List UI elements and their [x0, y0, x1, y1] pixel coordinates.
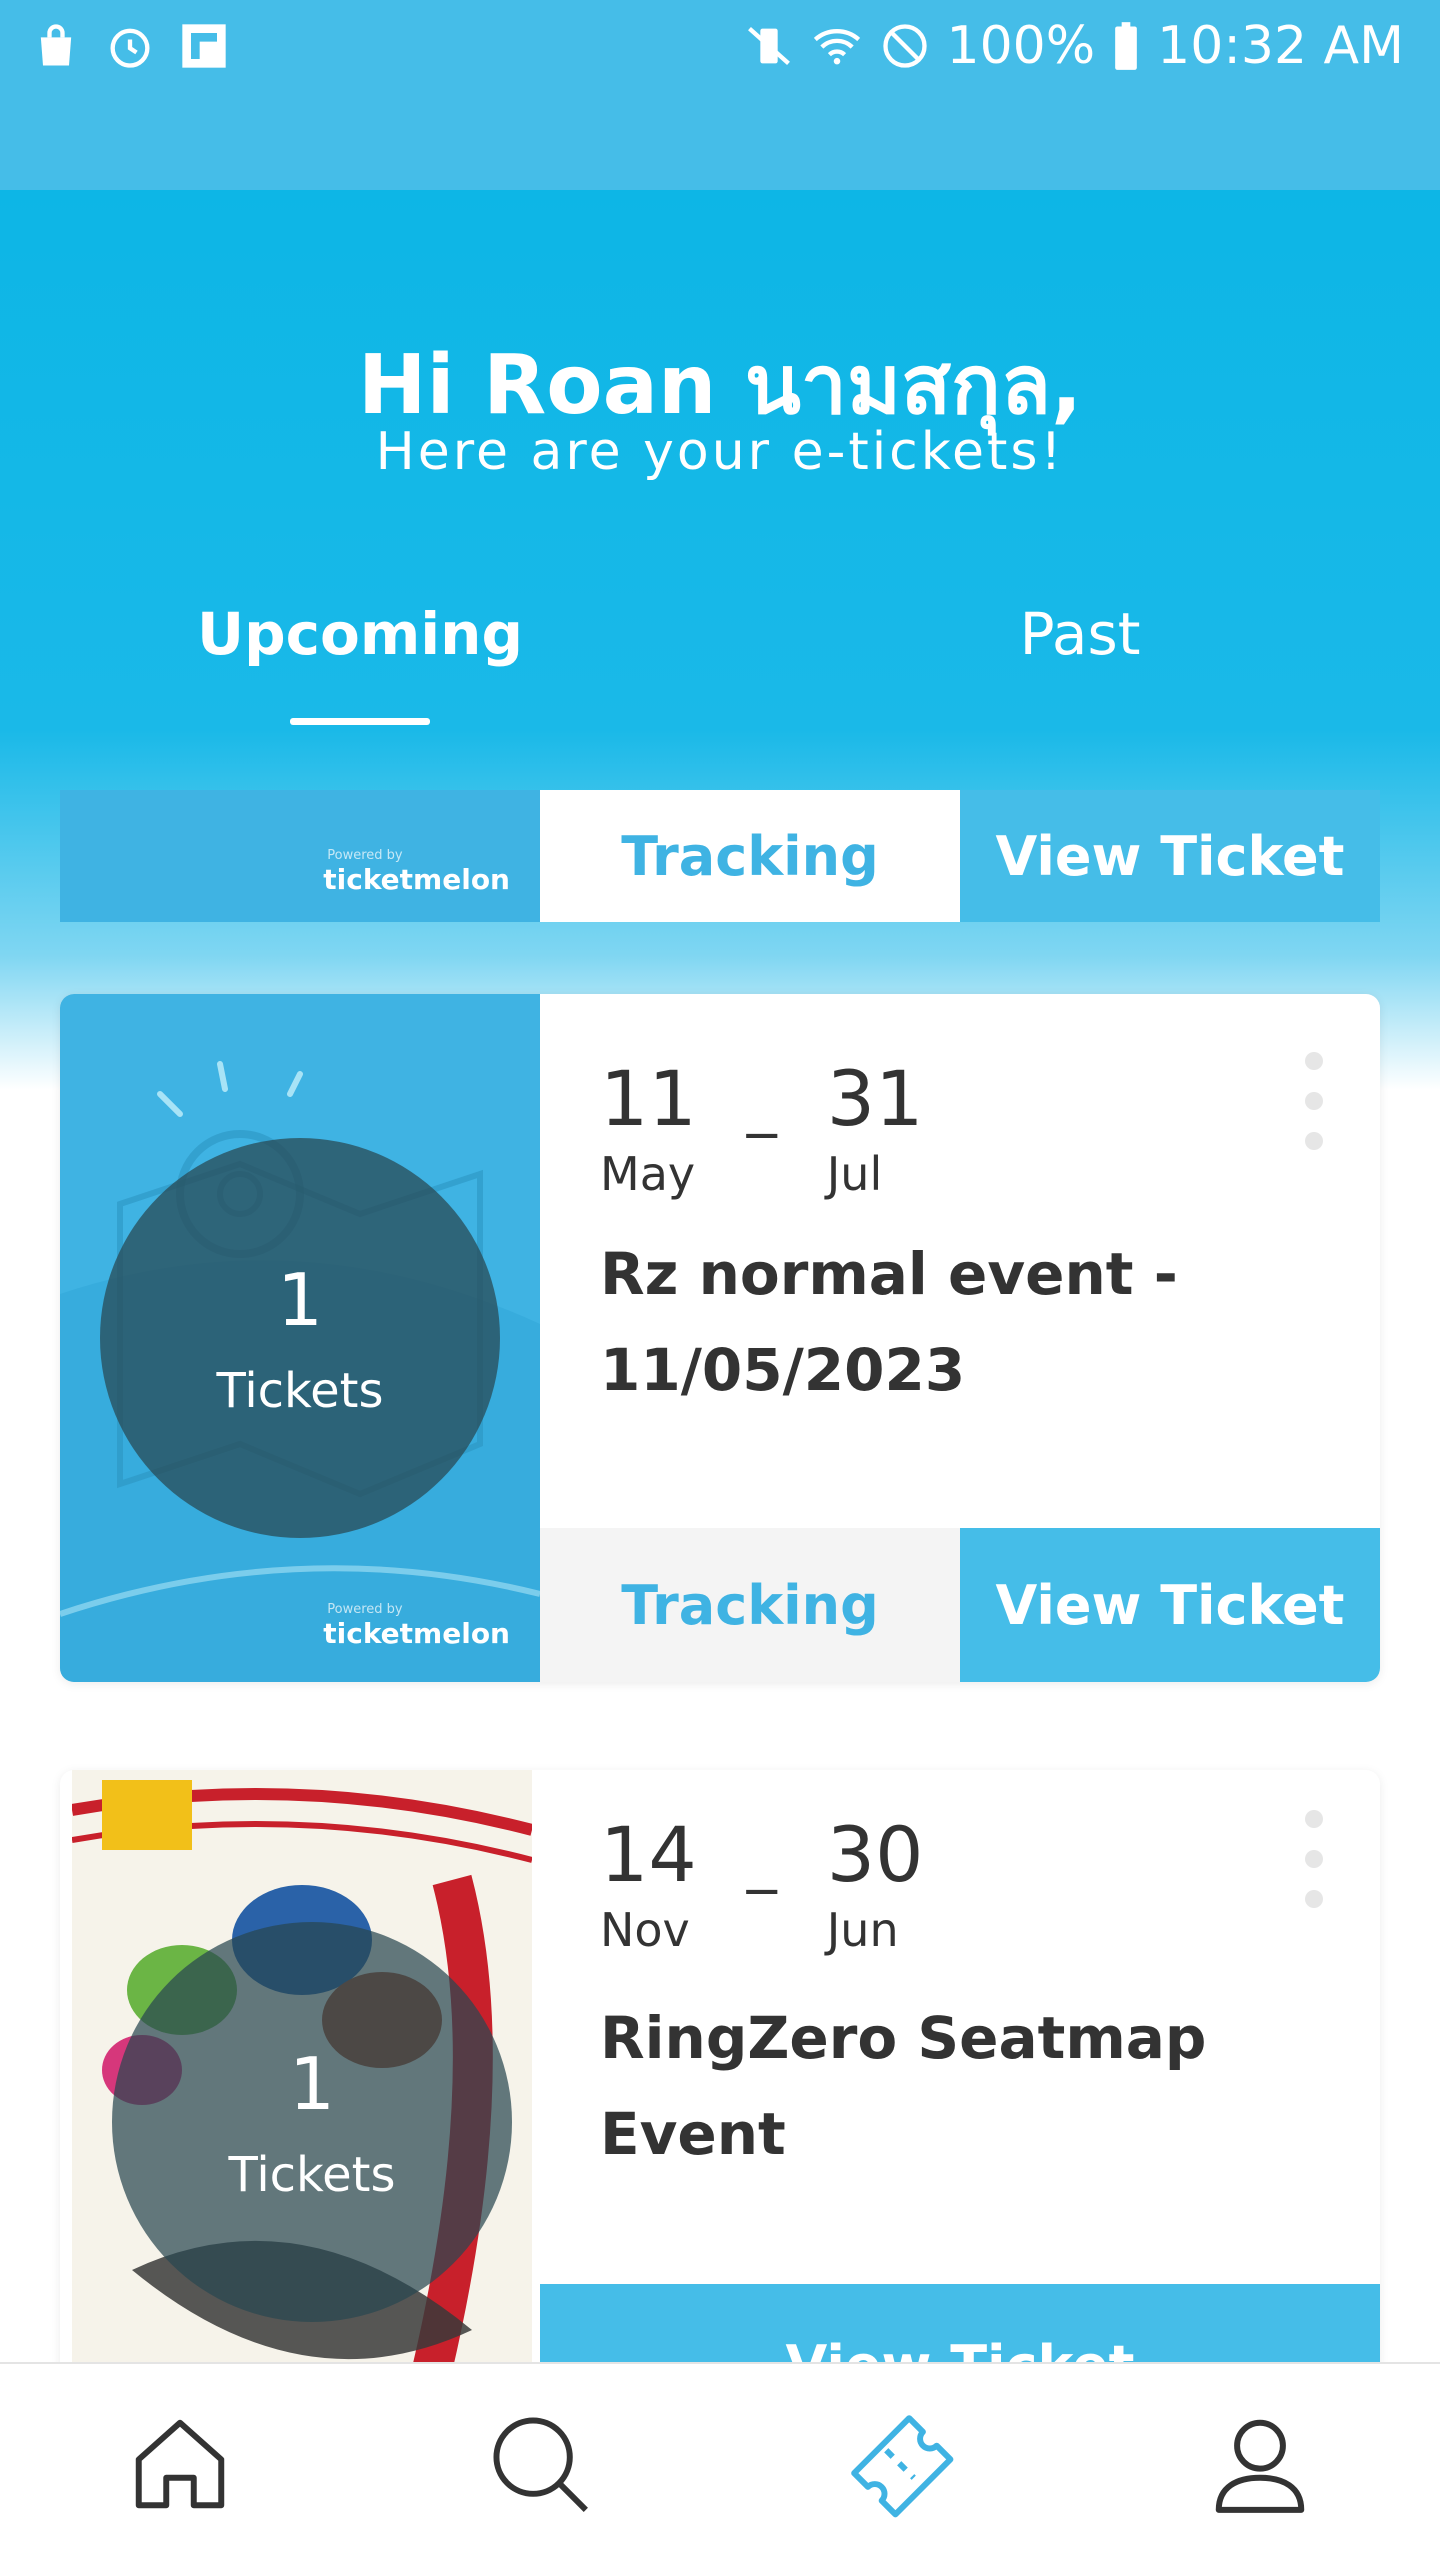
shopping-bag-icon	[40, 24, 72, 66]
powered-by-label: Powered by ticketmelon	[323, 1602, 510, 1650]
start-day: 14	[600, 1810, 697, 1899]
alarm-icon	[110, 28, 150, 68]
ticket-count-badge: 1 Tickets	[100, 1138, 500, 1538]
ticket-card[interactable]: 1 Tickets Powered by ticketmelon 11 May _…	[60, 994, 1380, 1682]
do-not-disturb-icon	[882, 24, 927, 68]
event-dates: 14 Nov _ 30 Jun	[600, 1810, 923, 1960]
start-month: May	[600, 1147, 696, 1201]
event-image: Powered by ticketmelon	[60, 790, 540, 922]
date-separator: _	[746, 1069, 777, 1139]
ticket-count: 1	[277, 1258, 323, 1342]
battery-icon	[1115, 22, 1138, 70]
greeting-subtitle: Here are your e-tickets!	[375, 422, 1065, 482]
ticket-count-label: Tickets	[228, 2147, 396, 2203]
powered-by-label: Powered by ticketmelon	[323, 848, 510, 896]
end-day: 31	[826, 1054, 924, 1143]
ticket-count-badge: 1 Tickets	[112, 1922, 512, 2322]
start-month: Nov	[600, 1903, 690, 1957]
view-ticket-button[interactable]: View Ticket	[960, 1528, 1380, 1682]
search-icon[interactable]	[485, 2409, 595, 2519]
header-area: Hi Roan นามสกุล, Here are your e-tickets…	[0, 190, 1440, 1090]
status-bar: 100% 10:32 AM	[0, 0, 1440, 190]
ticket-card[interactable]: Powered by ticketmelon Tracking View Tick…	[60, 790, 1380, 922]
profile-icon[interactable]	[1205, 2409, 1315, 2519]
event-title: Rz normal event - 11/05/2023	[600, 1240, 1178, 1404]
ticket-count-label: Tickets	[216, 1363, 384, 1419]
tab-past[interactable]: Past	[880, 600, 1280, 668]
more-options-icon[interactable]	[1305, 1810, 1325, 1930]
ticket-count: 1	[289, 2042, 335, 2126]
event-image: 1 Tickets Powered by ticketmelon	[60, 994, 540, 1682]
bottom-navigation	[0, 2362, 1440, 2560]
end-day: 30	[826, 1810, 924, 1899]
tracking-button[interactable]: Tracking	[540, 790, 960, 922]
clock: 10:32 AM	[1157, 16, 1404, 76]
date-separator: _	[746, 1825, 777, 1895]
ticket-icon[interactable]	[845, 2409, 955, 2519]
more-options-icon[interactable]	[1305, 1052, 1325, 1172]
flipboard-icon	[182, 24, 226, 68]
active-tab-indicator	[290, 718, 430, 725]
start-day: 11	[600, 1054, 697, 1143]
home-icon[interactable]	[125, 2409, 235, 2519]
end-month: Jun	[826, 1903, 899, 1957]
tab-upcoming[interactable]: Upcoming	[140, 600, 580, 668]
vibrate-icon	[747, 27, 790, 65]
tracking-button[interactable]: Tracking	[540, 1528, 960, 1682]
battery-percent: 100%	[946, 16, 1096, 76]
wifi-icon	[813, 29, 860, 65]
event-dates: 11 May _ 31 Jul	[600, 1054, 923, 1204]
end-month: Jul	[826, 1147, 883, 1201]
event-title: RingZero Seatmap Event	[600, 2004, 1207, 2168]
view-ticket-button[interactable]: View Ticket	[960, 790, 1380, 922]
